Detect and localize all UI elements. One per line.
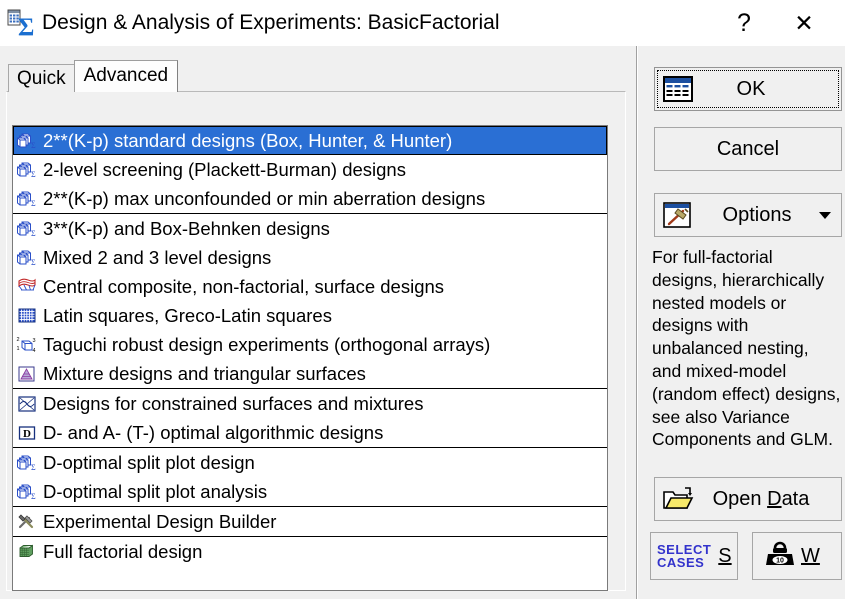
list-group: Σ D-optimal split plot design Σ D-optima… bbox=[13, 447, 607, 506]
taguchi-cube-icon: 2 1 3 4 bbox=[16, 334, 40, 356]
list-item[interactable]: Σ 2**(K-p) max unconfounded or min aberr… bbox=[13, 184, 607, 213]
tab-strip: Quick Advanced bbox=[8, 60, 179, 92]
list-item[interactable]: Designs for constrained surfaces and mix… bbox=[13, 389, 607, 418]
select-cases-icon: SELECT CASES bbox=[657, 542, 712, 570]
spreadsheet-icon bbox=[661, 74, 695, 104]
constrained-surface-icon bbox=[16, 393, 40, 415]
list-item-label: Taguchi robust design experiments (ortho… bbox=[43, 333, 491, 355]
list-item-label: 2-level screening (Plackett-Burman) desi… bbox=[43, 158, 406, 180]
grid-square-icon bbox=[16, 305, 40, 327]
open-folder-icon bbox=[661, 484, 695, 514]
list-item-label: Experimental Design Builder bbox=[43, 510, 277, 532]
hammer-icon bbox=[661, 200, 695, 230]
svg-text:Σ: Σ bbox=[31, 463, 36, 472]
mixture-triangle-icon bbox=[16, 363, 40, 385]
cube-stack-icon: Σ bbox=[16, 218, 40, 240]
cube-stack-icon: Σ bbox=[16, 481, 40, 503]
list-item-label: Central composite, non-factorial, surfac… bbox=[43, 275, 445, 297]
title-bar: Σ Design & Analysis of Experiments: Basi… bbox=[0, 0, 845, 46]
pane-divider bbox=[636, 46, 638, 599]
options-button[interactable]: Options bbox=[654, 193, 842, 237]
list-item-label: Designs for constrained surfaces and mix… bbox=[43, 392, 424, 414]
cancel-button-label: Cancel bbox=[716, 137, 780, 160]
ok-button-label: OK bbox=[736, 77, 766, 100]
action-pane: OK Cancel Options For full-factorial des… bbox=[640, 46, 845, 599]
list-item[interactable]: Full factorial design bbox=[13, 537, 607, 566]
hammer-wrench-icon bbox=[16, 511, 40, 533]
weight-icon: 10 bbox=[763, 541, 797, 571]
list-item-label: 3**(K-p) and Box-Behnken designs bbox=[43, 217, 330, 239]
svg-text:Σ: Σ bbox=[31, 258, 36, 267]
list-group: Σ 3**(K-p) and Box-Behnken designs Σ Mix… bbox=[13, 213, 607, 388]
tab-advanced[interactable]: Advanced bbox=[73, 60, 179, 92]
open-data-button[interactable]: Open Data bbox=[654, 477, 842, 521]
help-button[interactable]: ? bbox=[715, 0, 773, 46]
page-title: Design & Analysis of Experiments: BasicF… bbox=[42, 11, 500, 34]
list-item[interactable]: Σ D-optimal split plot design bbox=[13, 448, 607, 477]
svg-text:Σ: Σ bbox=[31, 199, 36, 208]
svg-text:Σ: Σ bbox=[31, 141, 36, 150]
svg-text:4: 4 bbox=[33, 348, 36, 354]
list-item[interactable]: Σ D-optimal split plot analysis bbox=[13, 477, 607, 506]
list-item-label: Mixture designs and triangular surfaces bbox=[43, 362, 366, 384]
dialog-window: Σ Design & Analysis of Experiments: Basi… bbox=[0, 0, 845, 599]
list-item[interactable]: Σ 2**(K-p) standard designs (Box, Hunter… bbox=[13, 126, 607, 155]
list-group: Designs for constrained surfaces and mix… bbox=[13, 388, 607, 447]
list-item[interactable]: Σ Mixed 2 and 3 level designs bbox=[13, 243, 607, 272]
list-item[interactable]: Σ 2-level screening (Plackett-Burman) de… bbox=[13, 155, 607, 184]
list-group: Experimental Design Builder bbox=[13, 506, 607, 536]
select-cases-button[interactable]: SELECT CASES S bbox=[650, 532, 738, 580]
open-data-button-label: Open Data bbox=[712, 487, 810, 510]
tab-quick[interactable]: Quick bbox=[8, 64, 75, 92]
list-item[interactable]: Central composite, non-factorial, surfac… bbox=[13, 272, 607, 301]
cube-stack-icon: Σ bbox=[16, 159, 40, 181]
weight-button[interactable]: 10 W bbox=[752, 532, 842, 580]
options-button-label: Options bbox=[722, 203, 792, 226]
ok-button[interactable]: OK bbox=[654, 67, 842, 111]
svg-text:10: 10 bbox=[776, 558, 784, 565]
list-item[interactable]: Experimental Design Builder bbox=[13, 507, 607, 536]
dialog-content: Quick Advanced Σ 2**(K-p) standard desig… bbox=[0, 46, 845, 599]
svg-text:2: 2 bbox=[17, 337, 20, 343]
window-controls: ? ✕ bbox=[715, 0, 845, 46]
list-item-label: Full factorial design bbox=[43, 540, 203, 562]
list-item[interactable]: 2 1 3 4 Taguchi robust design experiment… bbox=[13, 330, 607, 359]
list-item-label: Latin squares, Greco-Latin squares bbox=[43, 304, 332, 326]
list-group: Full factorial design bbox=[13, 536, 607, 566]
list-item-label: D-optimal split plot design bbox=[43, 451, 255, 473]
list-group: Σ 2**(K-p) standard designs (Box, Hunter… bbox=[13, 126, 607, 213]
list-item[interactable]: Latin squares, Greco-Latin squares bbox=[13, 301, 607, 330]
surface-contour-icon bbox=[16, 276, 40, 298]
svg-text:Σ: Σ bbox=[31, 492, 36, 501]
svg-text:Σ: Σ bbox=[31, 170, 36, 179]
design-type-listbox[interactable]: Σ 2**(K-p) standard designs (Box, Hunter… bbox=[12, 125, 608, 591]
cube-stack-icon: Σ bbox=[16, 452, 40, 474]
chevron-down-icon[interactable] bbox=[819, 211, 831, 219]
cube-stack-icon: Σ bbox=[16, 247, 40, 269]
list-item-label: 2**(K-p) max unconfounded or min aberrat… bbox=[43, 187, 486, 209]
description-text: For full-factorial designs, hierarchical… bbox=[652, 247, 841, 450]
sigma-spreadsheet-icon: Σ bbox=[6, 8, 36, 41]
list-item-label: Mixed 2 and 3 level designs bbox=[43, 246, 272, 268]
cancel-button[interactable]: Cancel bbox=[654, 127, 842, 171]
cube-stack-icon: Σ bbox=[16, 188, 40, 210]
close-button[interactable]: ✕ bbox=[773, 0, 835, 46]
green-cube-icon bbox=[16, 541, 40, 563]
svg-text:D: D bbox=[23, 428, 31, 440]
list-item[interactable]: Mixture designs and triangular surfaces bbox=[13, 359, 607, 388]
list-item-label: D-optimal split plot analysis bbox=[43, 480, 268, 502]
svg-text:1: 1 bbox=[17, 346, 20, 352]
cube-stack-icon: Σ bbox=[16, 130, 40, 152]
svg-text:3: 3 bbox=[33, 338, 36, 344]
list-item-label: 2**(K-p) standard designs (Box, Hunter, … bbox=[43, 129, 453, 151]
svg-text:Σ: Σ bbox=[31, 229, 36, 238]
select-cases-mnemonic: S bbox=[718, 544, 732, 567]
list-item[interactable]: Σ 3**(K-p) and Box-Behnken designs bbox=[13, 214, 607, 243]
svg-text:Σ: Σ bbox=[18, 14, 34, 38]
list-item-label: D- and A- (T-) optimal algorithmic desig… bbox=[43, 421, 384, 443]
weight-mnemonic: W bbox=[801, 544, 820, 567]
list-item[interactable]: D D- and A- (T-) optimal algorithmic des… bbox=[13, 418, 607, 447]
letter-d-icon: D bbox=[16, 422, 40, 444]
